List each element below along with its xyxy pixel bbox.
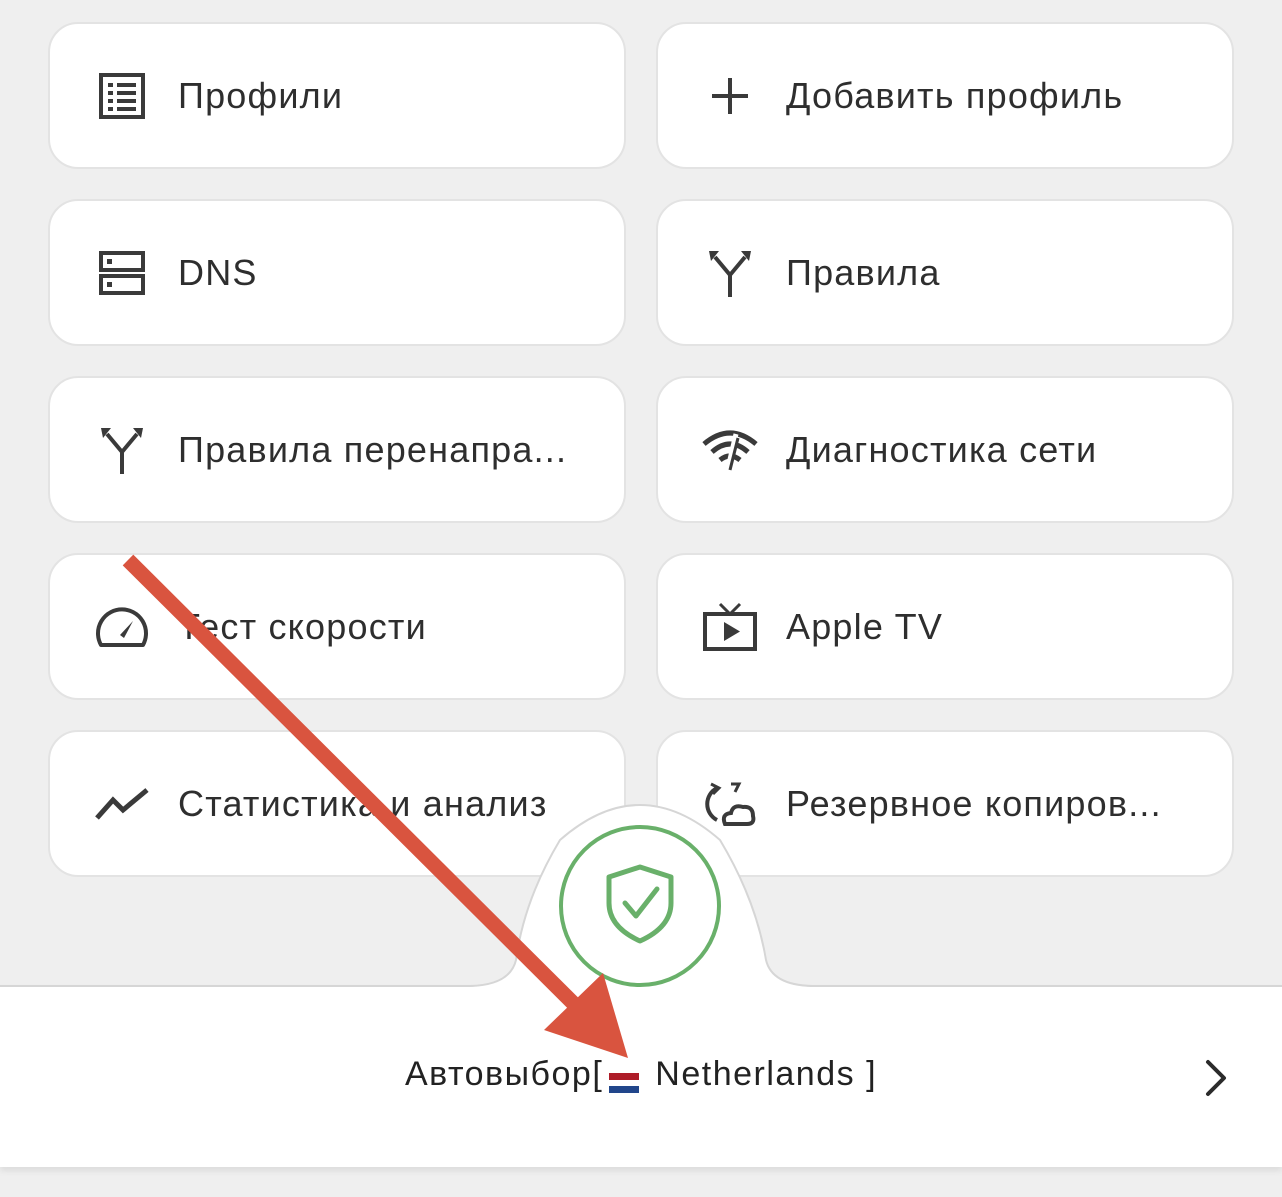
fork-arrows-icon [702,245,758,301]
server-icon [94,245,150,301]
wifi-diagnostic-icon [702,422,758,478]
add-profile-label: Добавить профиль [786,74,1124,116]
profiles-label: Профили [178,74,344,116]
backup-label: Резервное копиров... [786,782,1162,824]
backup-button[interactable]: Резервное копиров... [656,730,1234,877]
rules-button[interactable]: Правила [656,199,1234,346]
tv-play-icon [702,599,758,655]
redirect-rules-button[interactable]: Правила перенапра... [48,376,626,523]
rules-label: Правила [786,251,941,293]
trend-line-icon [94,776,150,832]
shield-check-icon [603,863,677,950]
statistics-label: Статистика и анализ [178,782,548,824]
redirect-rules-label: Правила перенапра... [178,428,568,470]
profiles-button[interactable]: Профили [48,22,626,169]
statistics-button[interactable]: Статистика и анализ [48,730,626,877]
apple-tv-label: Apple TV [786,605,944,647]
menu-grid: Профили Добавить профиль DNS Правила Пра… [48,22,1234,877]
add-profile-button[interactable]: Добавить профиль [656,22,1234,169]
fork-arrows-icon [94,422,150,478]
dns-button[interactable]: DNS [48,199,626,346]
network-diagnostics-button[interactable]: Диагностика сети [656,376,1234,523]
speed-test-button[interactable]: Тест скорости [48,553,626,700]
network-diagnostics-label: Диагностика сети [786,428,1098,470]
server-prefix: Автовыбор[ [404,1055,604,1093]
cloud-sync-icon [702,776,758,832]
apple-tv-button[interactable]: Apple TV [656,553,1234,700]
plus-icon [702,68,758,124]
list-icon [94,68,150,124]
server-name: Netherlands ] [655,1055,878,1093]
server-selector[interactable]: Автовыбор[ Netherlands ] [0,1055,1282,1094]
netherlands-flag-icon [609,1063,640,1094]
dns-label: DNS [178,251,258,293]
speedometer-icon [94,599,150,655]
speed-test-label: Тест скорости [178,605,427,647]
chevron-right-icon[interactable] [1196,1058,1236,1098]
connect-toggle-button[interactable] [559,825,721,987]
